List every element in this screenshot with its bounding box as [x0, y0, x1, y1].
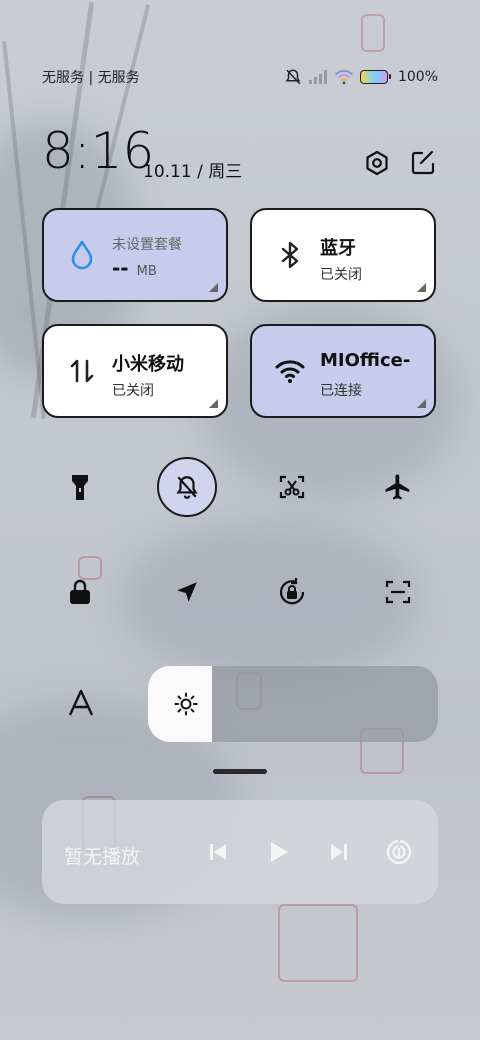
- tile-wifi[interactable]: MIOffice- 已连接: [250, 324, 436, 418]
- toggle-location[interactable]: [157, 562, 217, 622]
- mobile-data-icon: [70, 359, 94, 383]
- bluetooth-icon: [281, 241, 299, 269]
- toggle-silent[interactable]: [157, 457, 217, 517]
- tile-bluetooth-status: 已关闭: [320, 267, 362, 283]
- toggle-scanner[interactable]: [368, 562, 428, 622]
- tile-bluetooth-title: 蓝牙: [320, 238, 356, 259]
- tile-wifi-title: MIOffice-: [320, 350, 411, 371]
- font-size-icon[interactable]: [66, 688, 96, 718]
- tile-mobile-status: 已关闭: [112, 383, 154, 399]
- wifi-icon: [275, 360, 305, 383]
- play-icon[interactable]: [264, 838, 292, 866]
- location-icon: [177, 582, 197, 602]
- scan-icon: [385, 580, 411, 604]
- flashlight-icon: [72, 475, 88, 500]
- silent-bell-icon: [176, 476, 198, 499]
- edit-icon[interactable]: [410, 150, 436, 176]
- rotation-lock-icon: [279, 578, 305, 605]
- tile-expand-indicator: [417, 399, 426, 408]
- clock: 8:16: [42, 122, 155, 180]
- now-playing-text: 暂无播放: [64, 846, 141, 868]
- tile-expand-indicator: [417, 283, 426, 292]
- silent-icon: [285, 69, 301, 85]
- status-bar: 无服务 | 无服务 100%: [42, 66, 438, 88]
- battery-icon: [359, 70, 391, 84]
- lock-icon: [70, 579, 90, 604]
- tile-wifi-status: 已连接: [320, 383, 362, 399]
- tile-data-unit: MB: [136, 264, 157, 279]
- drag-handle[interactable]: [213, 769, 267, 774]
- toggle-rotation-lock[interactable]: [262, 562, 322, 622]
- next-icon[interactable]: [325, 838, 353, 866]
- carrier-text: 无服务 | 无服务: [42, 70, 140, 86]
- tile-data-usage[interactable]: 未设置套餐 -- MB: [42, 208, 228, 302]
- screenshot-icon: [279, 475, 305, 499]
- toggle-lock-screen[interactable]: [50, 562, 110, 622]
- signal-icon: [308, 70, 327, 84]
- hexagon-settings-icon[interactable]: [364, 150, 390, 176]
- water-drop-icon: [71, 240, 93, 270]
- sun-icon: [174, 692, 198, 716]
- media-card[interactable]: 暂无播放: [42, 800, 438, 904]
- toggle-airplane[interactable]: [368, 457, 428, 517]
- tile-expand-indicator: [209, 283, 218, 292]
- airplane-icon: [385, 474, 410, 500]
- tile-mobile-data[interactable]: 小米移动 已关闭: [42, 324, 228, 418]
- cast-icon[interactable]: [385, 838, 413, 866]
- tile-data-value: --: [112, 256, 129, 280]
- tile-mobile-title: 小米移动: [112, 354, 184, 375]
- tile-expand-indicator: [209, 399, 218, 408]
- previous-icon[interactable]: [204, 838, 232, 866]
- toggle-flashlight[interactable]: [50, 457, 110, 517]
- wifi-status-icon: [334, 70, 354, 85]
- date: 10.11 / 周三: [143, 162, 243, 182]
- battery-percent: 100%: [397, 69, 438, 85]
- brightness-slider[interactable]: [148, 666, 438, 742]
- tile-bluetooth[interactable]: 蓝牙 已关闭: [250, 208, 436, 302]
- toggle-screenshot[interactable]: [262, 457, 322, 517]
- tile-data-title: 未设置套餐: [112, 237, 182, 253]
